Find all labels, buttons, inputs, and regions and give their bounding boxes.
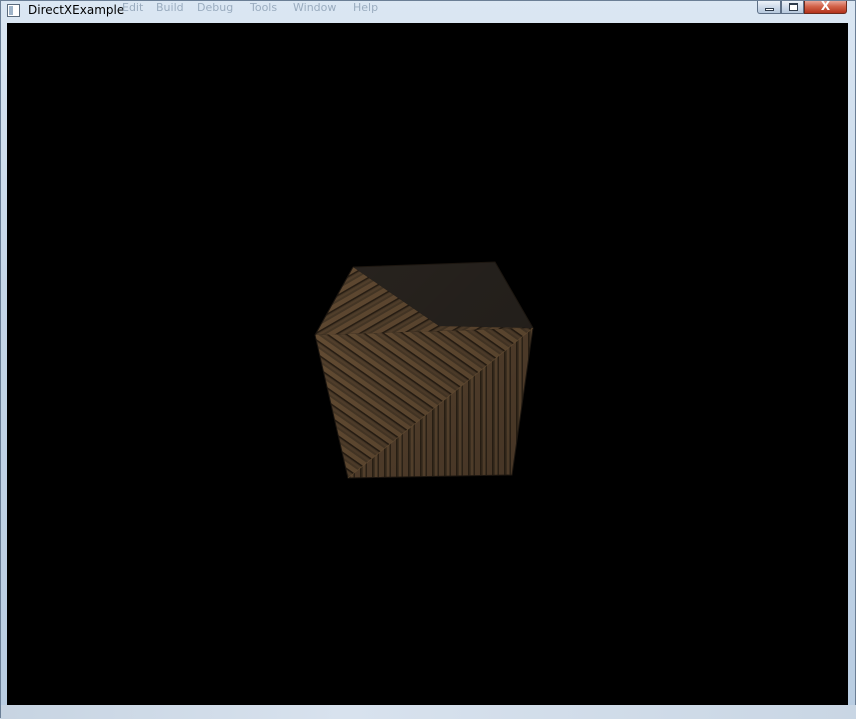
maximize-icon (789, 3, 798, 11)
close-button[interactable]: X (804, 0, 847, 14)
background-ghost-text: Build (156, 1, 184, 14)
app-window: DirectXExample Edit Build Debug Tools Wi… (0, 0, 856, 719)
minimize-button[interactable] (757, 1, 781, 14)
background-ghost-text: Help (353, 1, 379, 14)
title-bar[interactable]: DirectXExample Edit Build Debug Tools Wi… (1, 0, 855, 22)
close-icon: X (820, 0, 831, 13)
background-ghost-text: Tools (250, 1, 278, 14)
background-taskbar-strip (1, 705, 856, 719)
textured-cube (314, 261, 534, 479)
background-ghost-text: Window (293, 1, 337, 14)
window-title: DirectXExample (28, 3, 125, 17)
directx-render-area[interactable] (7, 23, 848, 705)
maximize-button[interactable] (781, 1, 804, 14)
background-ghost-text: Edit (122, 1, 144, 14)
background-ghost-text: Debug (197, 1, 234, 14)
render-viewport (314, 261, 534, 479)
minimize-icon (765, 8, 774, 11)
application-window-icon[interactable] (7, 4, 20, 17)
